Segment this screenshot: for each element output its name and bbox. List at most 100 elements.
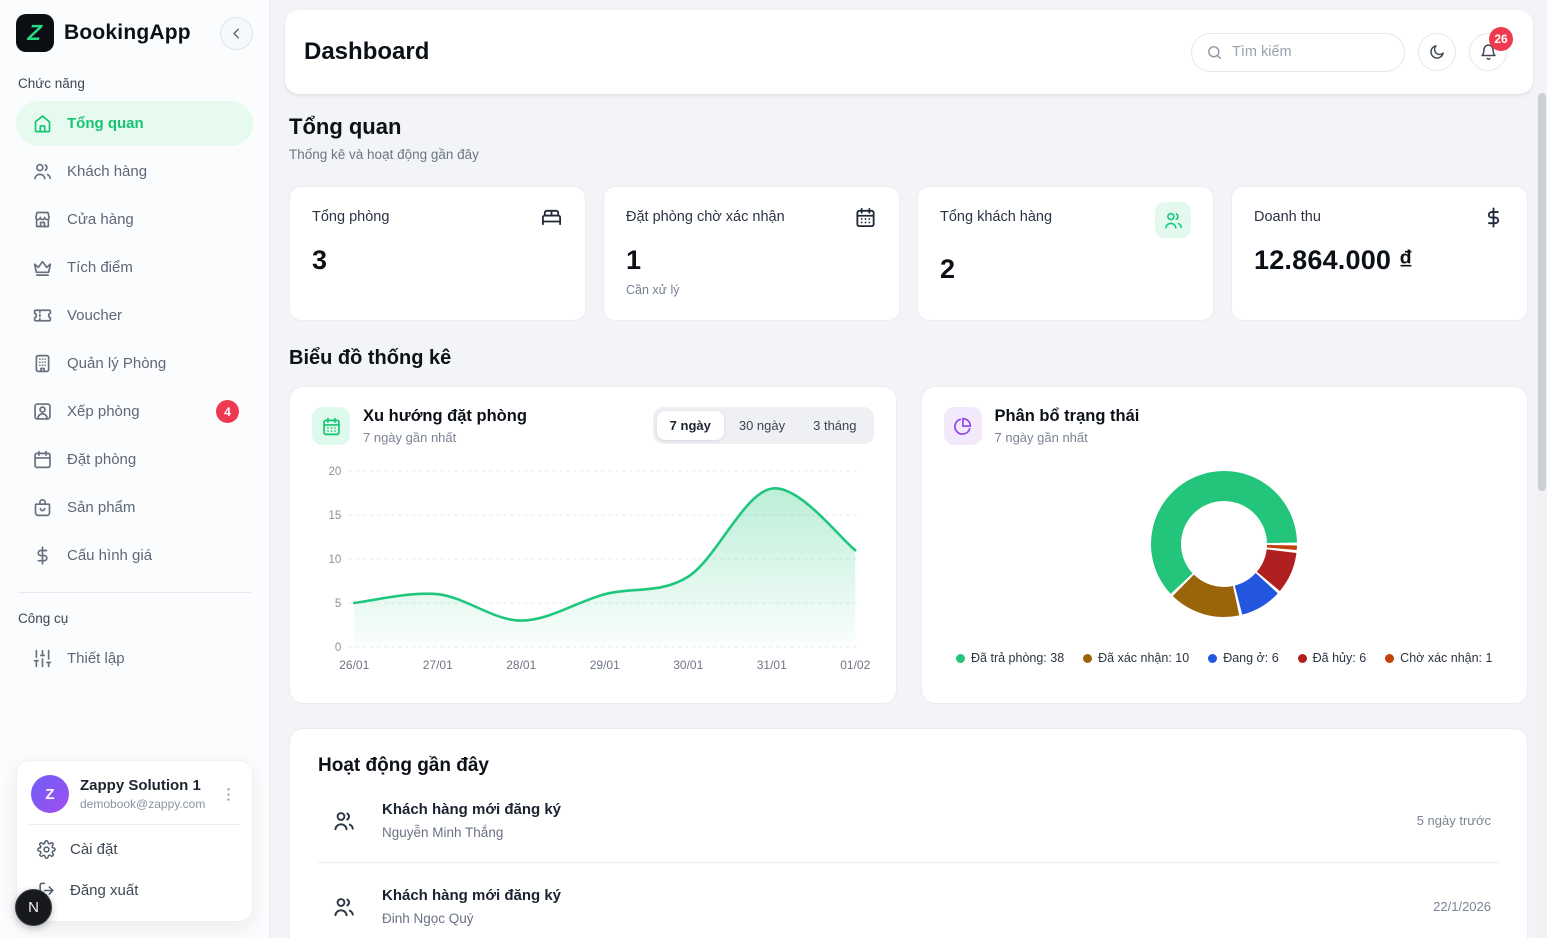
sidebar-tools-nav: Thiết lập <box>16 636 253 681</box>
nav-section-label-tools: Công cụ <box>18 611 253 626</box>
moon-icon <box>1428 43 1446 61</box>
dollar-icon <box>1482 206 1505 229</box>
range-option-7d[interactable]: 7 ngày <box>657 411 724 440</box>
user-card-divider <box>29 824 240 825</box>
activity-item-title: Khách hàng mới đăng ký <box>382 801 561 818</box>
sidebar-item-voucher[interactable]: Voucher <box>16 293 253 338</box>
sidebar-collapse-button[interactable] <box>220 17 253 50</box>
logout-button[interactable]: Đăng xuất <box>31 870 238 911</box>
booking-trend-chart-card: Xu hướng đặt phòng 7 ngày gần nhất 7 ngà… <box>289 386 897 704</box>
svg-text:27/01: 27/01 <box>423 658 453 672</box>
sidebar-item-label: Khách hàng <box>67 163 147 180</box>
svg-text:10: 10 <box>328 554 341 566</box>
app-name: BookingApp <box>64 21 191 45</box>
activity-item-time: 5 ngày trước <box>1417 813 1491 828</box>
sidebar-item-label: Voucher <box>67 307 122 324</box>
sidebar-item-tong-quan[interactable]: Tổng quan <box>16 101 253 146</box>
pie-icon-box <box>944 407 982 445</box>
dev-indicator-button[interactable]: N <box>15 889 52 926</box>
sidebar-item-quan-ly-phong[interactable]: Quản lý Phòng <box>16 341 253 386</box>
stat-card-total-rooms: Tổng phòng 3 <box>289 186 586 321</box>
settings-button[interactable]: Cài đặt <box>31 829 238 870</box>
activity-item: Khách hàng mới đăng ký Đinh Ngọc Quý 22/… <box>318 862 1499 938</box>
ticket-icon <box>32 305 53 326</box>
crown-icon <box>32 257 53 278</box>
legend-label: Đã hủy: 6 <box>1313 651 1367 665</box>
notifications-button[interactable]: 26 <box>1469 33 1507 71</box>
users-icon <box>32 161 53 182</box>
dark-mode-toggle[interactable] <box>1418 33 1456 71</box>
legend-dot <box>1298 654 1307 663</box>
users-icon <box>1163 210 1184 231</box>
legend-dot <box>1208 654 1217 663</box>
settings-label: Cài đặt <box>70 841 118 858</box>
svg-text:26/01: 26/01 <box>339 658 369 672</box>
sidebar-item-label: Sản phẩm <box>67 499 135 516</box>
sidebar-item-thiet-lap[interactable]: Thiết lập <box>16 636 253 681</box>
svg-text:5: 5 <box>335 598 341 610</box>
range-segmented-control: 7 ngày 30 ngày 3 tháng <box>653 407 874 444</box>
sidebar-item-label: Tổng quan <box>67 115 144 132</box>
pie-chart-icon <box>952 416 973 437</box>
sidebar-item-tich-diem[interactable]: Tích điểm <box>16 245 253 290</box>
stat-value: 2 <box>940 254 1191 285</box>
logo-z-glyph: Z <box>27 20 43 46</box>
svg-text:0: 0 <box>335 642 341 654</box>
calendar-dots-icon <box>854 206 877 229</box>
activity-item-title: Khách hàng mới đăng ký <box>382 887 561 904</box>
overview-title: Tổng quan <box>289 114 1528 140</box>
kebab-menu-icon[interactable] <box>219 785 238 804</box>
sidebar-item-dat-phong[interactable]: Đặt phòng <box>16 437 253 482</box>
app-logo-icon: Z <box>16 14 54 52</box>
stat-card-revenue: Doanh thu 12.864.000 ₫ <box>1231 186 1528 321</box>
chevron-left-icon <box>228 25 245 42</box>
activity-title: Hoạt động gần đây <box>318 755 1499 777</box>
sidebar-item-xep-phong[interactable]: Xếp phòng 4 <box>16 389 253 434</box>
activity-item-subtitle: Đinh Ngọc Quý <box>382 911 561 926</box>
user-profile[interactable]: Z Zappy Solution 1 demobook@zappy.com <box>31 775 238 813</box>
scrollbar-thumb[interactable] <box>1538 93 1546 491</box>
status-distribution-chart-card: Phân bổ trạng thái 7 ngày gần nhất Đã tr… <box>921 386 1529 704</box>
svg-text:30/01: 30/01 <box>673 658 703 672</box>
sidebar-item-cau-hinh-gia[interactable]: Cấu hình giá <box>16 533 253 578</box>
svg-text:29/01: 29/01 <box>590 658 620 672</box>
logout-label: Đăng xuất <box>70 882 138 899</box>
stat-card-pending-bookings: Đặt phòng chờ xác nhận 1 Cần xử lý <box>603 186 900 321</box>
calendar-icon <box>32 449 53 470</box>
sidebar-item-khach-hang[interactable]: Khách hàng <box>16 149 253 194</box>
status-donut-chart <box>1133 453 1315 635</box>
notification-count-badge: 26 <box>1489 27 1513 51</box>
charts-section-title: Biểu đồ thống kê <box>289 347 1528 370</box>
user-name: Zappy Solution 1 <box>80 777 205 796</box>
sliders-icon <box>32 648 53 669</box>
calendar-dots-icon <box>321 416 342 437</box>
legend-item: Đang ở: 6 <box>1208 651 1278 665</box>
sidebar-item-cua-hang[interactable]: Cửa hàng <box>16 197 253 242</box>
svg-text:20: 20 <box>328 466 341 478</box>
search-input[interactable] <box>1232 44 1372 60</box>
room-assign-icon <box>32 401 53 422</box>
legend-dot <box>1385 654 1394 663</box>
scrollbar-track <box>1537 93 1547 938</box>
users-icon-box <box>1155 202 1191 238</box>
sidebar: Z BookingApp Chức năng Tổng quan Khách h… <box>0 0 270 938</box>
user-card: Z Zappy Solution 1 demobook@zappy.com Cà… <box>16 760 253 922</box>
legend-item: Đã trả phòng: 38 <box>956 651 1064 665</box>
sidebar-item-label: Đặt phòng <box>67 451 136 468</box>
stat-label: Doanh thu <box>1254 206 1321 225</box>
users-icon <box>332 895 356 919</box>
range-option-3m[interactable]: 3 tháng <box>800 411 869 440</box>
search-box <box>1191 33 1405 72</box>
activity-item-time: 22/1/2026 <box>1433 899 1491 914</box>
gear-icon <box>37 840 56 859</box>
svg-text:15: 15 <box>328 510 341 522</box>
stats-grid: Tổng phòng 3 Đặt phòng chờ xác nhận 1 Cầ… <box>289 186 1528 321</box>
legend-dot <box>956 654 965 663</box>
range-option-30d[interactable]: 30 ngày <box>726 411 798 440</box>
legend-label: Chờ xác nhận: 1 <box>1400 651 1492 665</box>
search-icon <box>1206 44 1223 61</box>
sidebar-item-san-pham[interactable]: Sản phẩm <box>16 485 253 530</box>
home-icon <box>32 113 53 134</box>
chart-subtitle: 7 ngày gần nhất <box>363 430 527 445</box>
count-badge: 4 <box>216 400 239 423</box>
